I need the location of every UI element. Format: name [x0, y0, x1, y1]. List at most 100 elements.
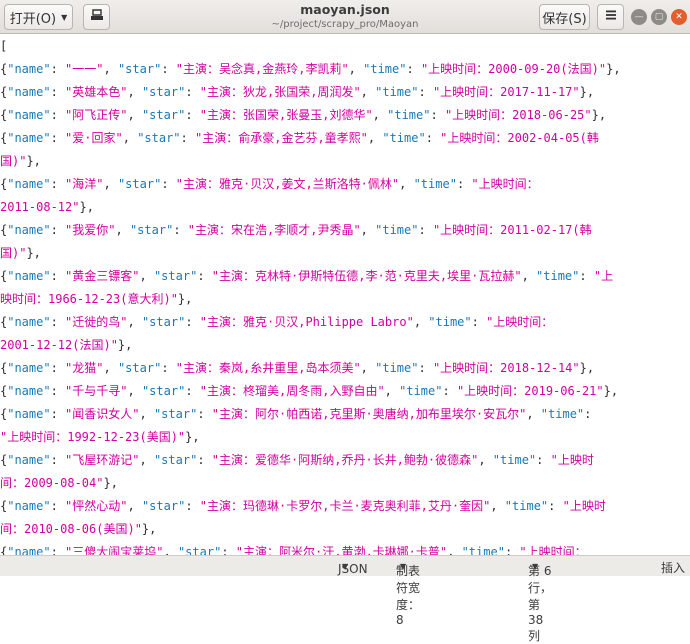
json-punctuation-token: },: [26, 246, 41, 260]
json-punctuation-token: :: [50, 453, 66, 467]
json-punctuation-token: :: [161, 177, 176, 191]
code-line: {"name": "怦然心动", "star": "主演：玛德琳·卡罗尔,卡兰·…: [0, 495, 690, 518]
json-string-token: 国)": [0, 154, 27, 168]
document-title: maoyan.json: [300, 2, 390, 17]
json-key-token: "time": [363, 62, 407, 76]
close-window-button[interactable]: ✕: [671, 9, 687, 25]
json-punctuation-token: :: [173, 223, 188, 237]
json-punctuation-token: :: [418, 361, 433, 375]
header-bar: 打开(O) ▼ maoyan.json ~/project/scrapy_pro…: [0, 0, 690, 34]
code-line: 国)"},: [0, 150, 690, 173]
code-line: {"name": "飞屋环游记", "star": "主演：爱德华·阿斯纳,乔丹…: [0, 449, 690, 472]
json-punctuation-token: },: [26, 154, 41, 168]
json-key-token: "time": [461, 545, 505, 555]
json-punctuation-token: :: [471, 315, 487, 329]
json-key-token: "name": [7, 499, 51, 513]
menu-button[interactable]: [597, 4, 624, 30]
code-line: 2001-12-12(法国)"},: [0, 334, 690, 357]
json-key-token: "time": [492, 453, 537, 467]
maximize-window-button[interactable]: ▢: [651, 9, 667, 25]
json-string-token: "上映时: [562, 499, 606, 513]
text-editor-area[interactable]: [{"name": "一一", "star": "主演：吴念真,金燕玲,李凯莉"…: [0, 35, 690, 555]
json-string-token: "上映时间：: [519, 545, 587, 555]
minimize-window-button[interactable]: —: [631, 9, 647, 25]
json-key-token: "star": [141, 85, 186, 99]
json-string-token: "主演：吴念真,金燕玲,李凯莉": [175, 62, 349, 76]
code-line: {"name": "迁徙的鸟", "star": "主演：雅克·贝汉,Phili…: [0, 311, 690, 334]
json-punctuation-token: :: [50, 177, 66, 191]
json-punctuation-token: :: [185, 499, 200, 513]
json-punctuation-token: ,: [360, 223, 376, 237]
json-string-token: "海洋": [65, 177, 104, 191]
json-punctuation-token: },: [79, 200, 94, 214]
json-punctuation-token: :: [418, 85, 433, 99]
json-key-token: "star": [129, 223, 174, 237]
json-punctuation-token: },: [603, 384, 619, 398]
json-string-token: "上映时间：2002-04-05(韩: [440, 131, 599, 145]
close-icon: ✕: [675, 11, 683, 22]
json-punctuation-token: },: [579, 85, 595, 99]
json-punctuation-token: :: [185, 384, 200, 398]
json-punctuation-token: :: [50, 361, 66, 375]
json-string-token: "主演：狄龙,张国荣,周润发": [199, 85, 361, 99]
json-key-token: "name": [7, 407, 51, 421]
json-string-token: "主演：张国荣,张曼玉,刘德华": [199, 108, 373, 122]
json-key-token: "time": [540, 407, 585, 421]
json-key-token: "name": [7, 131, 51, 145]
code-line: 映时间：1966-12-23(意大利)"},: [0, 288, 690, 311]
json-punctuation-token: :: [504, 545, 520, 555]
save-button[interactable]: 保存(S): [539, 4, 590, 30]
json-string-token: "龙猫": [65, 361, 104, 375]
json-punctuation-token: ,: [139, 269, 154, 283]
json-punctuation-token: },: [141, 522, 157, 536]
json-punctuation-token: :: [161, 62, 176, 76]
code-line: {"name": "海洋", "star": "主演：雅克·贝汉,姜文,兰斯洛特…: [0, 173, 690, 196]
json-string-token: "主演：宋在浩,李顺才,尹秀晶": [187, 223, 361, 237]
code-content[interactable]: [{"name": "一一", "star": "主演：吴念真,金燕玲,李凯莉"…: [0, 35, 690, 555]
json-string-token: "上映时间：2000-09-20(法国)": [420, 62, 607, 76]
json-string-token: "上映时间：: [471, 177, 539, 191]
json-key-token: "star": [153, 407, 198, 421]
json-string-token: "怦然心动": [65, 499, 128, 513]
save-button-label: 保存(S): [542, 11, 587, 27]
json-key-token: "star": [141, 108, 186, 122]
open-button[interactable]: 打开(O) ▼: [4, 4, 73, 30]
json-punctuation-token: ,: [384, 384, 400, 398]
json-string-token: "主演：阿尔·帕西诺,克里斯·奥唐纳,加布里埃尔·安瓦尔": [211, 407, 527, 421]
json-key-token: "name": [7, 223, 51, 237]
json-punctuation-token: :: [50, 545, 66, 555]
chevron-down-icon: ▼: [342, 562, 349, 571]
json-string-token: 间：2009-08-04": [0, 476, 104, 490]
json-string-token: 2011-08-12": [0, 200, 80, 214]
json-string-token: "阿飞正传": [65, 108, 128, 122]
json-key-token: "time": [375, 361, 419, 375]
json-punctuation-token: :: [536, 453, 551, 467]
json-string-token: 间：2010-08-06(美国)": [0, 522, 142, 536]
json-key-token: "star": [137, 131, 181, 145]
json-string-token: "迁徙的鸟": [65, 315, 128, 329]
json-string-token: "主演：阿米尔·汗,黄渤,卡琳娜·卡普": [235, 545, 448, 555]
json-punctuation-token: ,: [103, 361, 118, 375]
json-punctuation-token: },: [117, 338, 133, 352]
json-string-token: "闻香识女人": [65, 407, 140, 421]
json-string-token: "主演：克林特·伊斯特伍德,李·范·克里夫,埃里·瓦拉赫": [211, 269, 522, 283]
json-punctuation-token: ,: [103, 62, 118, 76]
open-button-label: 打开(O): [9, 11, 57, 27]
json-punctuation-token: ,: [526, 407, 541, 421]
json-key-token: "name": [7, 85, 51, 99]
json-string-token: "主演：柊瑠美,周冬雨,入野自由": [199, 384, 385, 398]
json-string-token: "上映时间：2017-11-17": [432, 85, 580, 99]
json-punctuation-token: :: [221, 545, 236, 555]
json-key-token: "name": [7, 177, 51, 191]
code-line: {"name": "闻香识女人", "star": "主演：阿尔·帕西诺,克里斯…: [0, 403, 690, 426]
json-punctuation-token: ,: [478, 453, 493, 467]
json-punctuation-token: :: [579, 269, 594, 283]
json-punctuation-token: :: [548, 499, 563, 513]
json-key-token: "name": [7, 545, 51, 555]
json-punctuation-token: ,: [127, 108, 142, 122]
new-document-button[interactable]: [83, 4, 110, 30]
code-line: {"name": "三傻大闹宝莱坞", "star": "主演：阿米尔·汗,黄渤…: [0, 541, 690, 555]
json-punctuation-token: :: [197, 269, 212, 283]
chevron-down-icon: ▼: [61, 12, 68, 22]
json-string-token: "飞屋环游记": [65, 453, 140, 467]
